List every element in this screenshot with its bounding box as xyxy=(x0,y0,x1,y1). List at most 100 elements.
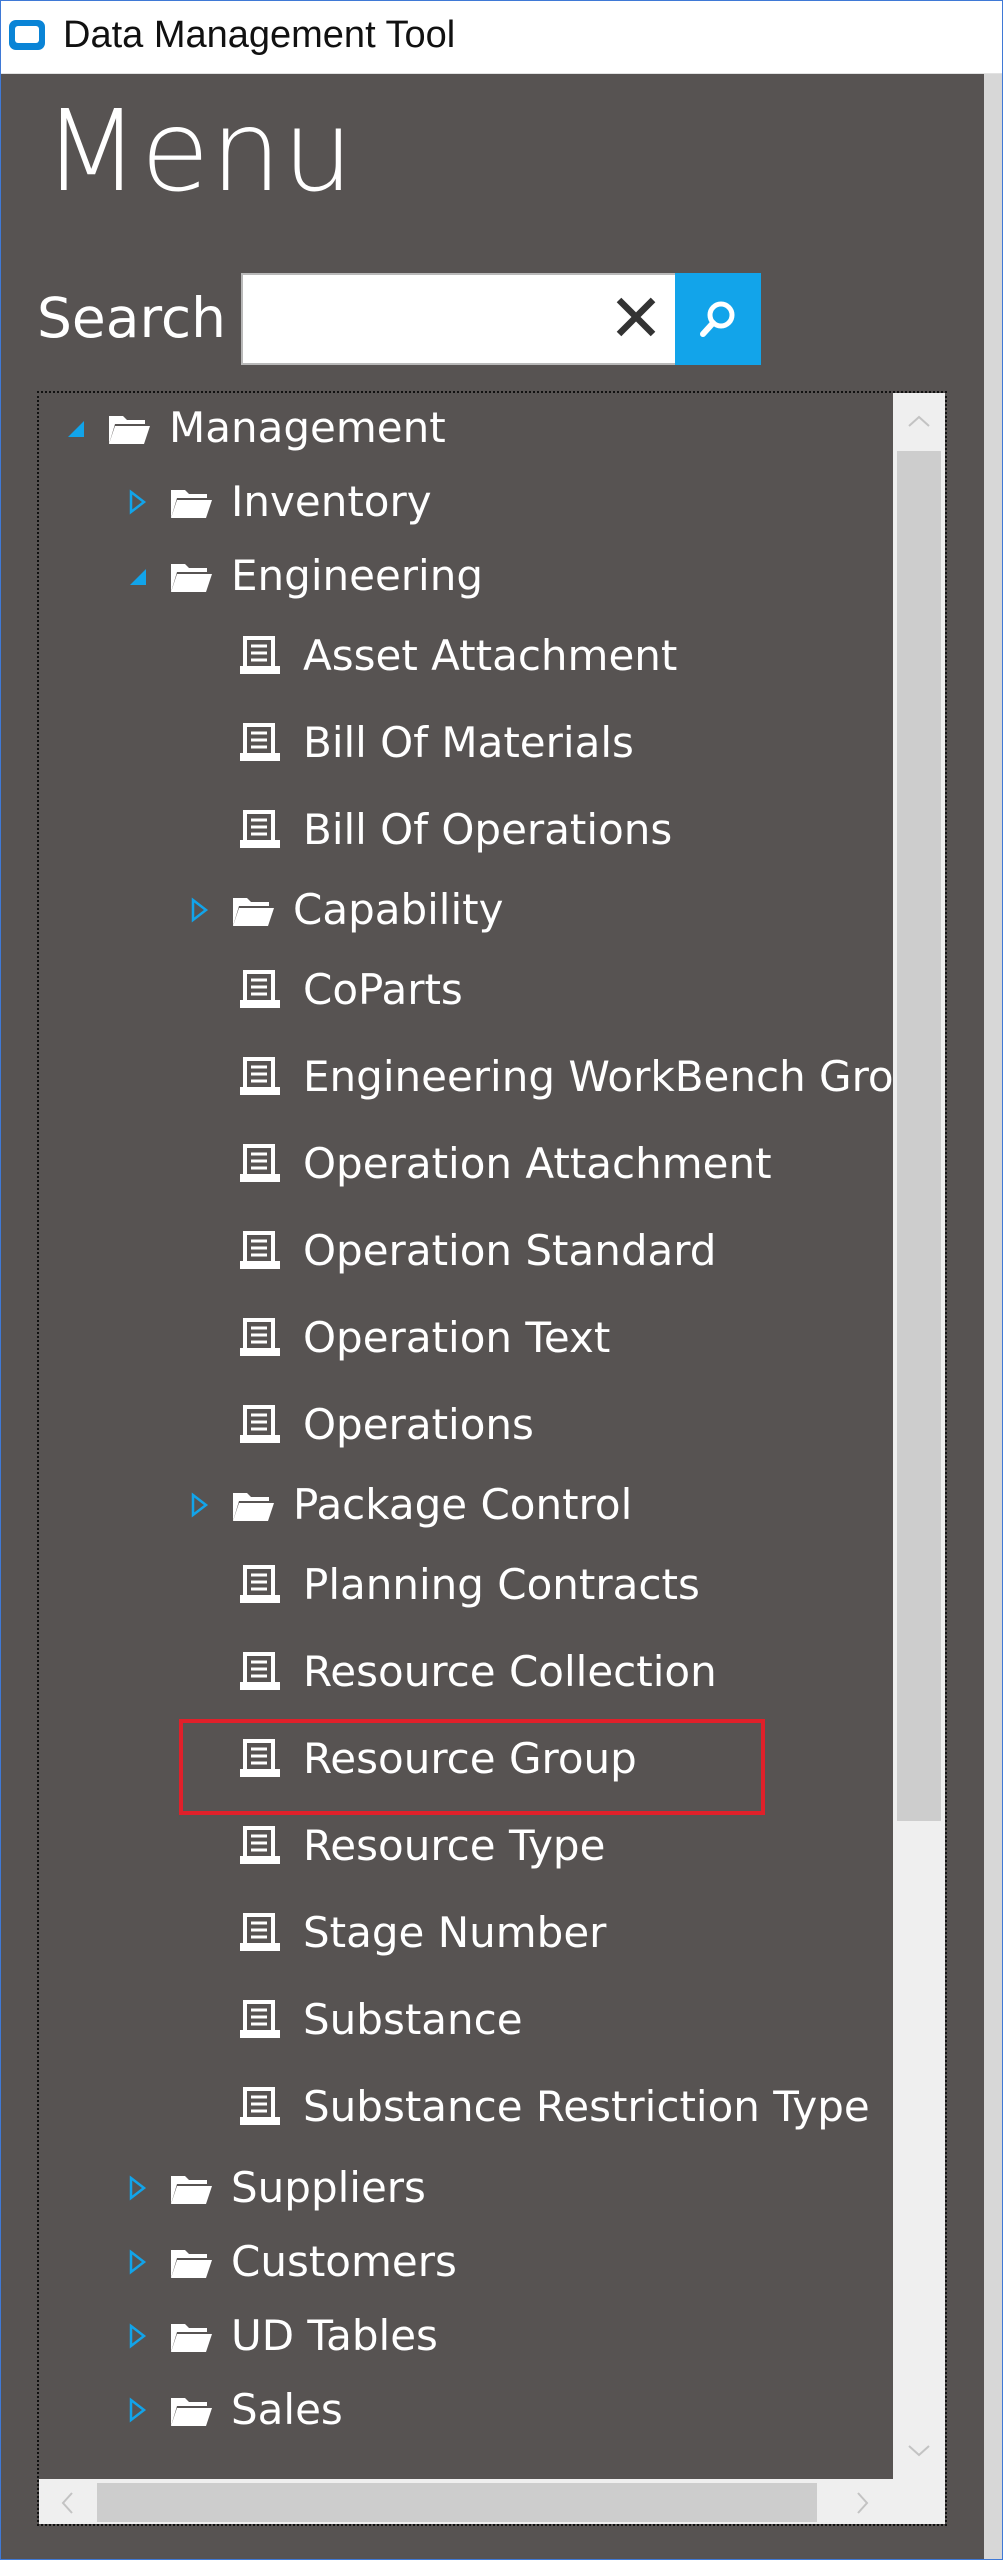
search-icon xyxy=(700,301,735,337)
search-button[interactable] xyxy=(675,273,761,365)
document-icon xyxy=(240,1231,280,1269)
tree-item-label: Operation Text xyxy=(303,1313,611,1362)
tree-item-label: Operation Attachment xyxy=(303,1139,772,1188)
folder-icon xyxy=(233,898,274,926)
collapsed-triangle-icon[interactable] xyxy=(179,1485,219,1525)
window-title: Data Management Tool xyxy=(63,14,456,56)
tree-item-label: Engineering xyxy=(231,551,483,600)
folder-icon xyxy=(171,2324,212,2352)
tree-item-label: Substance Restriction Type xyxy=(303,2082,870,2131)
tree-item-customers[interactable]: Customers xyxy=(117,2227,457,2297)
tree-item-operation-attachment[interactable]: Operation Attachment xyxy=(239,1129,772,1199)
tree-item-label: Inventory xyxy=(231,477,432,526)
menu-tree: Management Inventory Engineering Asset A… xyxy=(37,391,947,2526)
window-edge xyxy=(984,74,1002,2559)
tree-item-operation-text[interactable]: Operation Text xyxy=(239,1303,610,1373)
collapsed-triangle-icon[interactable] xyxy=(179,890,219,930)
chevron-left-icon xyxy=(61,2491,73,2514)
tree-item-label: Customers xyxy=(231,2237,457,2286)
tree-item-label: Suppliers xyxy=(231,2163,426,2212)
tree-item-bill-of-operations[interactable]: Bill Of Operations xyxy=(239,795,672,865)
tree-item-engineering-workbench-group[interactable]: Engineering WorkBench Group xyxy=(239,1042,945,1112)
search-label: Search xyxy=(37,286,226,350)
highlight-box xyxy=(179,1719,765,1815)
horizontal-scrollbar[interactable] xyxy=(39,2479,893,2524)
scrollbar-corner xyxy=(893,2479,945,2524)
tree-item-label: UD Tables xyxy=(231,2311,438,2360)
tree-item-substance[interactable]: Substance xyxy=(239,1985,523,2055)
folder-icon xyxy=(171,564,212,592)
tree-item-asset-attachment[interactable]: Asset Attachment xyxy=(239,621,677,691)
collapsed-triangle-icon[interactable] xyxy=(117,482,157,522)
tree-item-inventory[interactable]: Inventory xyxy=(117,467,432,537)
tree-item-bill-of-materials[interactable]: Bill Of Materials xyxy=(239,708,634,778)
document-icon xyxy=(240,810,280,848)
horizontal-scroll-thumb[interactable] xyxy=(97,2483,817,2522)
tree-item-label: Capability xyxy=(293,885,504,934)
tree-item-operations[interactable]: Operations xyxy=(239,1390,534,1460)
folder-icon xyxy=(171,2398,212,2426)
app-window: Data Management Tool Menu Search ✕ Manag… xyxy=(0,0,1003,2560)
document-icon xyxy=(240,1913,280,1951)
tree-item-label: Resource Collection xyxy=(303,1647,717,1696)
collapsed-triangle-icon[interactable] xyxy=(117,2316,157,2356)
tree-item-coparts[interactable]: CoParts xyxy=(239,955,463,1025)
tree-item-label: Management xyxy=(169,403,446,452)
document-icon xyxy=(240,1826,280,1864)
collapsed-triangle-icon[interactable] xyxy=(117,2390,157,2430)
scroll-up-button[interactable] xyxy=(893,393,945,449)
document-icon xyxy=(240,1405,280,1443)
tree-item-label: Operation Standard xyxy=(303,1226,717,1275)
folder-icon xyxy=(171,2176,212,2204)
tree-item-label: Planning Contracts xyxy=(303,1560,700,1609)
tree-item-management[interactable]: Management xyxy=(55,393,446,463)
expanded-triangle-icon[interactable] xyxy=(117,556,157,596)
tree-item-suppliers[interactable]: Suppliers xyxy=(117,2153,426,2223)
collapsed-triangle-icon[interactable] xyxy=(117,2242,157,2282)
tree-item-substance-restriction-type[interactable]: Substance Restriction Type xyxy=(239,2072,870,2142)
tree-item-label: Operations xyxy=(303,1400,534,1449)
tree-item-ud-tables[interactable]: UD Tables xyxy=(117,2301,438,2371)
document-icon xyxy=(240,2087,280,2125)
document-icon xyxy=(240,1318,280,1356)
tree-item-resource-collection[interactable]: Resource Collection xyxy=(239,1637,717,1707)
title-bar: Data Management Tool xyxy=(1,1,1002,74)
menu-heading: Menu xyxy=(43,87,355,217)
tree-item-label: Package Control xyxy=(293,1480,633,1529)
folder-icon xyxy=(171,2250,212,2278)
scroll-down-button[interactable] xyxy=(893,2423,945,2479)
chevron-down-icon xyxy=(908,2445,930,2457)
scroll-left-button[interactable] xyxy=(39,2479,95,2524)
document-icon xyxy=(240,1652,280,1690)
expanded-triangle-icon[interactable] xyxy=(55,408,95,448)
folder-icon xyxy=(233,1493,274,1521)
collapsed-triangle-icon[interactable] xyxy=(117,2168,157,2208)
search-input[interactable] xyxy=(243,275,595,363)
tree-item-resource-type[interactable]: Resource Type xyxy=(239,1811,605,1881)
tree-item-label: Bill Of Materials xyxy=(303,718,634,767)
tree-item-planning-contracts[interactable]: Planning Contracts xyxy=(239,1550,700,1620)
vertical-scroll-thumb[interactable] xyxy=(897,451,941,1821)
tree-item-capability[interactable]: Capability xyxy=(179,875,503,945)
tree-item-engineering[interactable]: Engineering xyxy=(117,541,483,611)
document-icon xyxy=(240,2000,280,2038)
chevron-right-icon xyxy=(857,2491,869,2514)
scroll-right-button[interactable] xyxy=(835,2479,891,2524)
document-icon xyxy=(240,1144,280,1182)
tree-item-label: Resource Type xyxy=(303,1821,606,1870)
document-icon xyxy=(240,1057,280,1095)
tree-item-sales[interactable]: Sales xyxy=(117,2375,343,2445)
chevron-up-icon xyxy=(908,415,930,427)
tree-item-operation-standard[interactable]: Operation Standard xyxy=(239,1216,716,1286)
tree-item-label: Bill Of Operations xyxy=(303,805,673,854)
folder-icon xyxy=(109,416,150,444)
clear-search-button[interactable]: ✕ xyxy=(597,275,675,363)
tree-item-package-control[interactable]: Package Control xyxy=(179,1470,632,1540)
document-icon xyxy=(240,1565,280,1603)
tree-item-stage-number[interactable]: Stage Number xyxy=(239,1898,606,1968)
app-icon xyxy=(9,20,45,50)
search-box: ✕ xyxy=(241,273,761,365)
document-icon xyxy=(240,723,280,761)
folder-icon xyxy=(171,490,212,518)
vertical-scrollbar[interactable] xyxy=(893,393,945,2479)
